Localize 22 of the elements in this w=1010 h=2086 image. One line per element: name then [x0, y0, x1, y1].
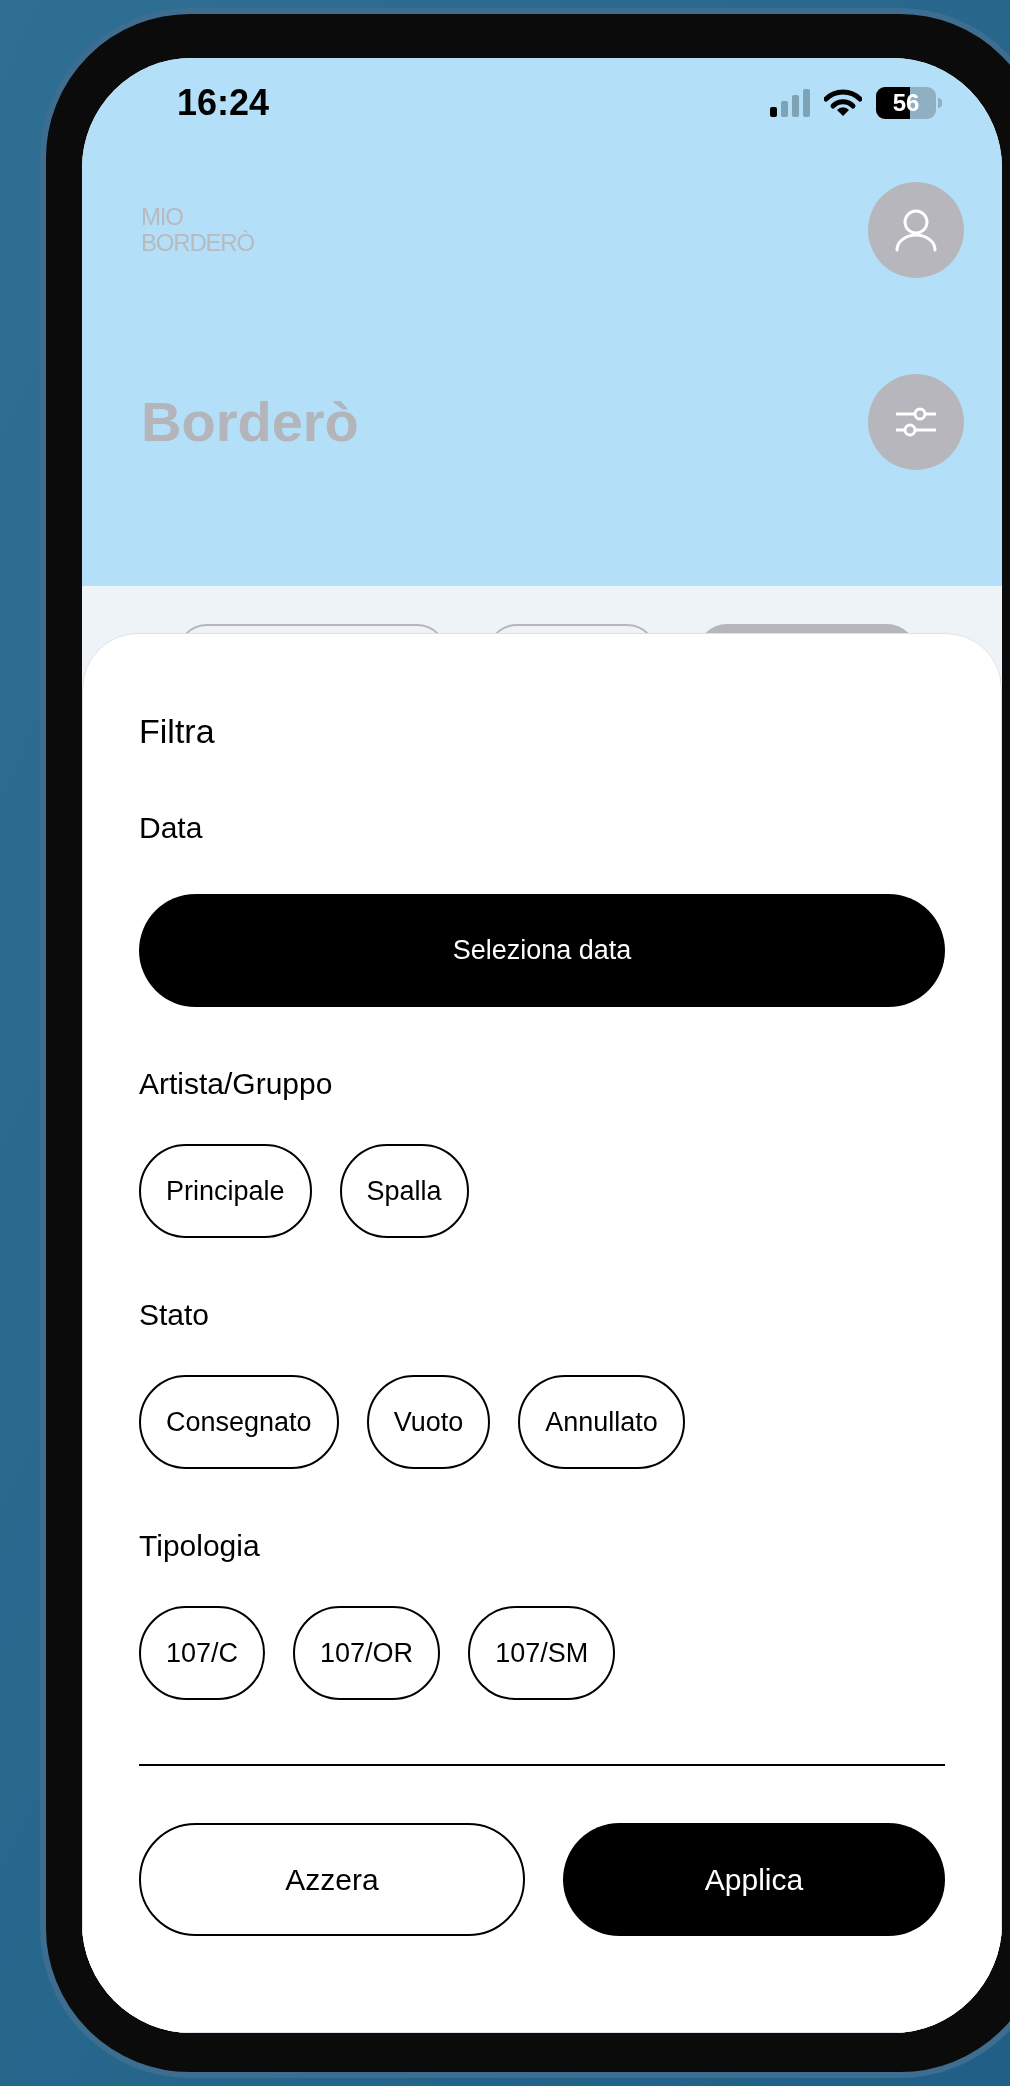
filter-chip[interactable]: Consegnato [139, 1375, 339, 1469]
apply-button[interactable]: Applica [563, 1823, 945, 1936]
signal-icon [770, 89, 810, 117]
filter-chip[interactable]: Principale [139, 1144, 312, 1238]
page-title: Borderò [141, 389, 359, 455]
wifi-icon [824, 89, 862, 117]
filter-chip[interactable]: Vuoto [366, 1375, 491, 1469]
status-time: 16:24 [177, 81, 270, 125]
select-date-button[interactable]: Seleziona data [139, 894, 945, 1007]
filter-chip[interactable]: 107/OR [293, 1606, 441, 1700]
section-heading: Data [139, 810, 204, 846]
sheet-title: Filtra [139, 711, 216, 752]
section-heading: Stato [139, 1297, 211, 1333]
section-heading: Artista/Gruppo [139, 1066, 334, 1102]
filter-chip[interactable]: Spalla [339, 1144, 469, 1238]
filter-chip[interactable]: 107/SM [468, 1606, 616, 1700]
reset-button[interactable]: Azzera [139, 1823, 525, 1936]
section-heading: Tipologia [139, 1528, 261, 1564]
user-icon [894, 208, 938, 252]
filter-chip[interactable]: Annullato [518, 1375, 685, 1469]
filter-chip[interactable]: 107/C [139, 1606, 266, 1700]
logo: MIO BORDERÒ [141, 204, 254, 256]
